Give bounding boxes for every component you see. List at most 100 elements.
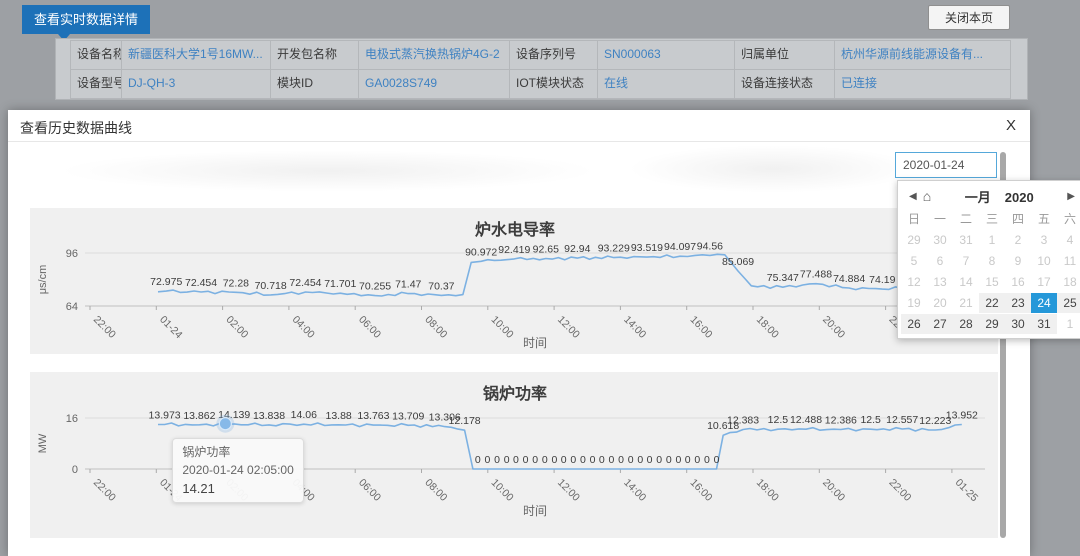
y-tick-label: 16 (66, 413, 78, 425)
calendar-day[interactable]: 14 (953, 272, 979, 292)
calendar-day[interactable]: 31 (1031, 314, 1057, 334)
close-page-button[interactable]: 关闭本页 (928, 5, 1010, 30)
point-label: 13.973 (149, 409, 181, 421)
calendar-day[interactable]: 29 (979, 314, 1005, 334)
calendar-day[interactable]: 7 (953, 251, 979, 271)
calendar-home-icon[interactable]: ⌂ (920, 189, 934, 203)
point-label: 13.88 (325, 410, 351, 422)
device-field-value: GA0028S749 (359, 70, 509, 98)
calendar-day[interactable]: 15 (979, 272, 1005, 292)
point-label: 12.386 (825, 415, 857, 427)
calendar-day[interactable]: 20 (927, 293, 953, 313)
app: 查看实时数据详情 关闭本页 设备名称 新疆医科大学1号16MW... 开发包名称 电极… (0, 0, 1080, 556)
tooltip-timestamp: 2020-01-24 02:05:00 (182, 462, 294, 477)
conductivity-chart[interactable]: 炉水电导率 96 64 μs/cm 22:00 01-24 02:00 04:00 06:00 0… (30, 208, 998, 354)
point-label: 94.56 (697, 240, 723, 252)
point-label: 13.862 (183, 410, 215, 422)
point-label: 0 (570, 454, 576, 466)
point-label: 13.952 (946, 410, 978, 422)
x-tick-label: 12:00 (555, 314, 582, 341)
modal-close-icon[interactable]: X (1006, 117, 1016, 134)
calendar-day[interactable]: 21 (953, 293, 979, 313)
point-label: 72.28 (223, 277, 249, 289)
calendar-day[interactable]: 26 (901, 314, 927, 334)
y-tick-label: 64 (66, 301, 78, 313)
calendar-day[interactable]: 30 (1005, 314, 1031, 334)
point-label: 90.972 (465, 246, 497, 258)
calendar-day[interactable]: 30 (927, 230, 953, 250)
calendar-prev-icon[interactable]: ◀ (906, 191, 920, 202)
x-tick-label: 14:00 (621, 477, 648, 504)
erased-content-smudge (628, 145, 918, 193)
calendar-next-icon[interactable]: ▶ (1064, 191, 1078, 202)
x-tick-label: 10:00 (489, 314, 516, 341)
x-tick-label: 02:00 (223, 314, 250, 341)
device-field-value: 在线 (598, 70, 734, 98)
chart-tooltip: 锅炉功率 2020-01-24 02:05:00 14.21 (172, 437, 304, 504)
x-tick-label: 22:00 (886, 477, 913, 504)
x-tick-label: 20:00 (820, 314, 847, 341)
calendar-day[interactable]: 13 (927, 272, 953, 292)
calendar-day[interactable]: 10 (1031, 251, 1057, 271)
realtime-data-tab[interactable]: 查看实时数据详情 (22, 5, 151, 41)
x-tick-label: 04:00 (290, 314, 317, 341)
calendar-day[interactable]: 23 (1005, 293, 1031, 313)
calendar-day[interactable]: 8 (979, 251, 1005, 271)
calendar-day[interactable]: 1 (979, 230, 1005, 250)
calendar-year-label[interactable]: 2020 (1005, 190, 1034, 205)
calendar-weekday: 五 (1037, 212, 1050, 226)
point-label: 13.763 (357, 410, 389, 422)
calendar-day[interactable]: 19 (901, 293, 927, 313)
calendar-weekday: 一 (933, 212, 946, 226)
x-tick-label: 01-25 (953, 477, 981, 505)
calendar-day[interactable]: 29 (901, 230, 927, 250)
calendar-day[interactable]: 4 (1057, 230, 1080, 250)
modal-title: 查看历史数据曲线 (20, 120, 132, 136)
device-field-value: DJ-QH-3 (122, 70, 270, 98)
calendar-day[interactable]: 5 (901, 251, 927, 271)
point-label: 0 (666, 454, 672, 466)
x-axis-title: 时间 (523, 336, 547, 350)
power-chart[interactable]: 锅炉功率160MW22:0001-2402:0004:0006:0008:001… (30, 372, 998, 538)
device-info-table: 设备名称 新疆医科大学1号16MW... 开发包名称 电极式蒸汽换热锅炉4G-2 设备序… (70, 40, 1011, 99)
calendar-month-year: 一月 2020 (934, 187, 1064, 206)
calendar-day[interactable]: 16 (1005, 272, 1031, 292)
calendar-day[interactable]: 3 (1031, 230, 1057, 250)
calendar-day[interactable]: 2 (1005, 230, 1031, 250)
tooltip-value: 14.21 (182, 480, 215, 496)
calendar-month-label[interactable]: 一月 (965, 190, 991, 205)
calendar-day[interactable]: 31 (953, 230, 979, 250)
point-label: 92.65 (533, 244, 559, 256)
calendar-day[interactable]: 18 (1057, 272, 1080, 292)
calendar-day[interactable]: 22 (979, 293, 1005, 313)
device-field-value: 杭州华源前线能源设备有... (835, 41, 1010, 69)
point-label: 12.5 (768, 414, 789, 426)
calendar-day[interactable]: 1 (1057, 314, 1080, 334)
calendar-day-selected[interactable]: 24 (1031, 293, 1057, 313)
point-label: 0 (609, 454, 615, 466)
device-field-value: 新疆医科大学1号16MW... (122, 41, 270, 69)
y-tick-label: 0 (72, 464, 78, 476)
calendar-day[interactable]: 9 (1005, 251, 1031, 271)
calendar-day[interactable]: 27 (927, 314, 953, 334)
modal-header: 查看历史数据曲线 X (8, 110, 1030, 142)
date-input[interactable] (895, 152, 997, 178)
point-label: 0 (618, 454, 624, 466)
device-field-value: 电极式蒸汽换热锅炉4G-2 (359, 41, 509, 69)
calendar-day[interactable]: 6 (927, 251, 953, 271)
point-label: 12.178 (449, 415, 481, 427)
point-label: 0 (637, 454, 643, 466)
calendar-day[interactable]: 17 (1031, 272, 1057, 292)
calendar-day[interactable]: 12 (901, 272, 927, 292)
calendar-day[interactable]: 28 (953, 314, 979, 334)
x-tick-label: 22:00 (91, 314, 118, 341)
point-label: 12.5 (860, 414, 881, 426)
calendar-day[interactable]: 25 (1057, 293, 1080, 313)
point-label: 0 (675, 454, 681, 466)
point-label: 0 (494, 454, 500, 466)
point-label: 93.519 (631, 242, 663, 254)
point-label: 94.097 (664, 241, 696, 253)
point-label: 72.975 (150, 276, 182, 288)
calendar-day[interactable]: 11 (1057, 251, 1080, 271)
x-axis-title: 时间 (523, 504, 547, 518)
